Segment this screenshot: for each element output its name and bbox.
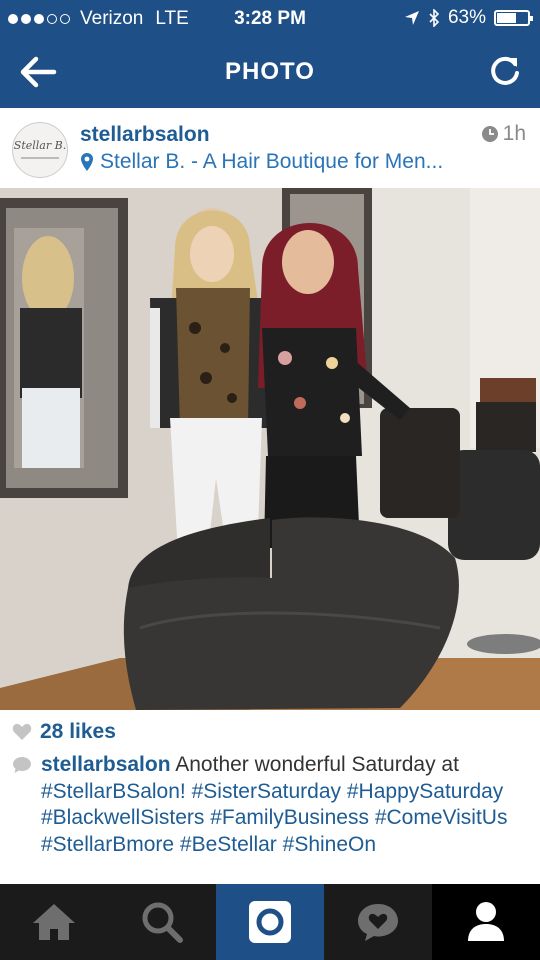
hashtag[interactable]: #BeStellar (180, 833, 277, 856)
tab-profile[interactable] (432, 884, 540, 960)
hashtag[interactable]: #StellarBmore (41, 833, 174, 856)
clock-icon (481, 126, 498, 142)
post-location[interactable]: Stellar B. - A Hair Boutique for Men... (80, 150, 443, 174)
nav-bar: PHOTO (0, 36, 540, 108)
caption-username[interactable]: stellarbsalon (41, 753, 171, 776)
tab-home[interactable] (0, 884, 108, 960)
post-timestamp: 1h (481, 122, 526, 146)
tab-bar (0, 884, 540, 960)
hashtag[interactable]: #StellarBSalon! (41, 780, 186, 803)
heart-icon (12, 723, 32, 740)
status-bar: Verizon LTE 3:28 PM 63% (0, 0, 540, 36)
tab-activity[interactable] (324, 884, 432, 960)
search-icon (142, 902, 183, 943)
comment-bubble-icon (13, 757, 31, 773)
tab-search[interactable] (108, 884, 216, 960)
hashtag[interactable]: #HappySaturday (347, 780, 503, 803)
location-arrow-icon (404, 11, 419, 25)
tab-camera[interactable] (216, 884, 324, 960)
refresh-icon[interactable] (488, 54, 522, 88)
profile-icon (468, 902, 504, 941)
location-pin-icon (81, 153, 93, 171)
camera-icon (249, 901, 291, 943)
hashtag[interactable]: #FamilyBusiness (210, 806, 369, 829)
bluetooth-icon (429, 9, 440, 27)
post-username[interactable]: stellarbsalon (80, 123, 210, 147)
home-icon (33, 904, 75, 940)
status-right: 63% (404, 7, 533, 29)
location-label: Stellar B. - A Hair Boutique for Men... (100, 150, 444, 173)
battery-icon (494, 10, 533, 26)
likes-count[interactable]: 28 likes (12, 720, 116, 744)
hashtag[interactable]: #SisterSaturday (192, 780, 341, 803)
page-title: PHOTO (225, 58, 315, 85)
time-ago-label: 1h (502, 122, 526, 145)
hashtag[interactable]: #ShineOn (283, 833, 376, 856)
caption-body: Another wonderful Saturday at (175, 753, 459, 776)
caption-text: stellarbsalon Another wonderful Saturday… (41, 752, 531, 858)
battery-percent: 63% (447, 7, 486, 28)
avatar-logo-text: Stellar B. (13, 139, 67, 152)
activity-bubble-icon (358, 904, 398, 941)
hashtag[interactable]: #ComeVisitUs (375, 806, 508, 829)
likes-label: 28 likes (40, 720, 116, 743)
salon-photo-illustration (0, 188, 540, 710)
hashtag[interactable]: #BlackwellSisters (41, 806, 204, 829)
avatar[interactable]: Stellar B. (12, 122, 68, 178)
post-header: Stellar B. stellarbsalon Stellar B. - A … (0, 108, 540, 188)
post-photo[interactable] (0, 188, 540, 710)
